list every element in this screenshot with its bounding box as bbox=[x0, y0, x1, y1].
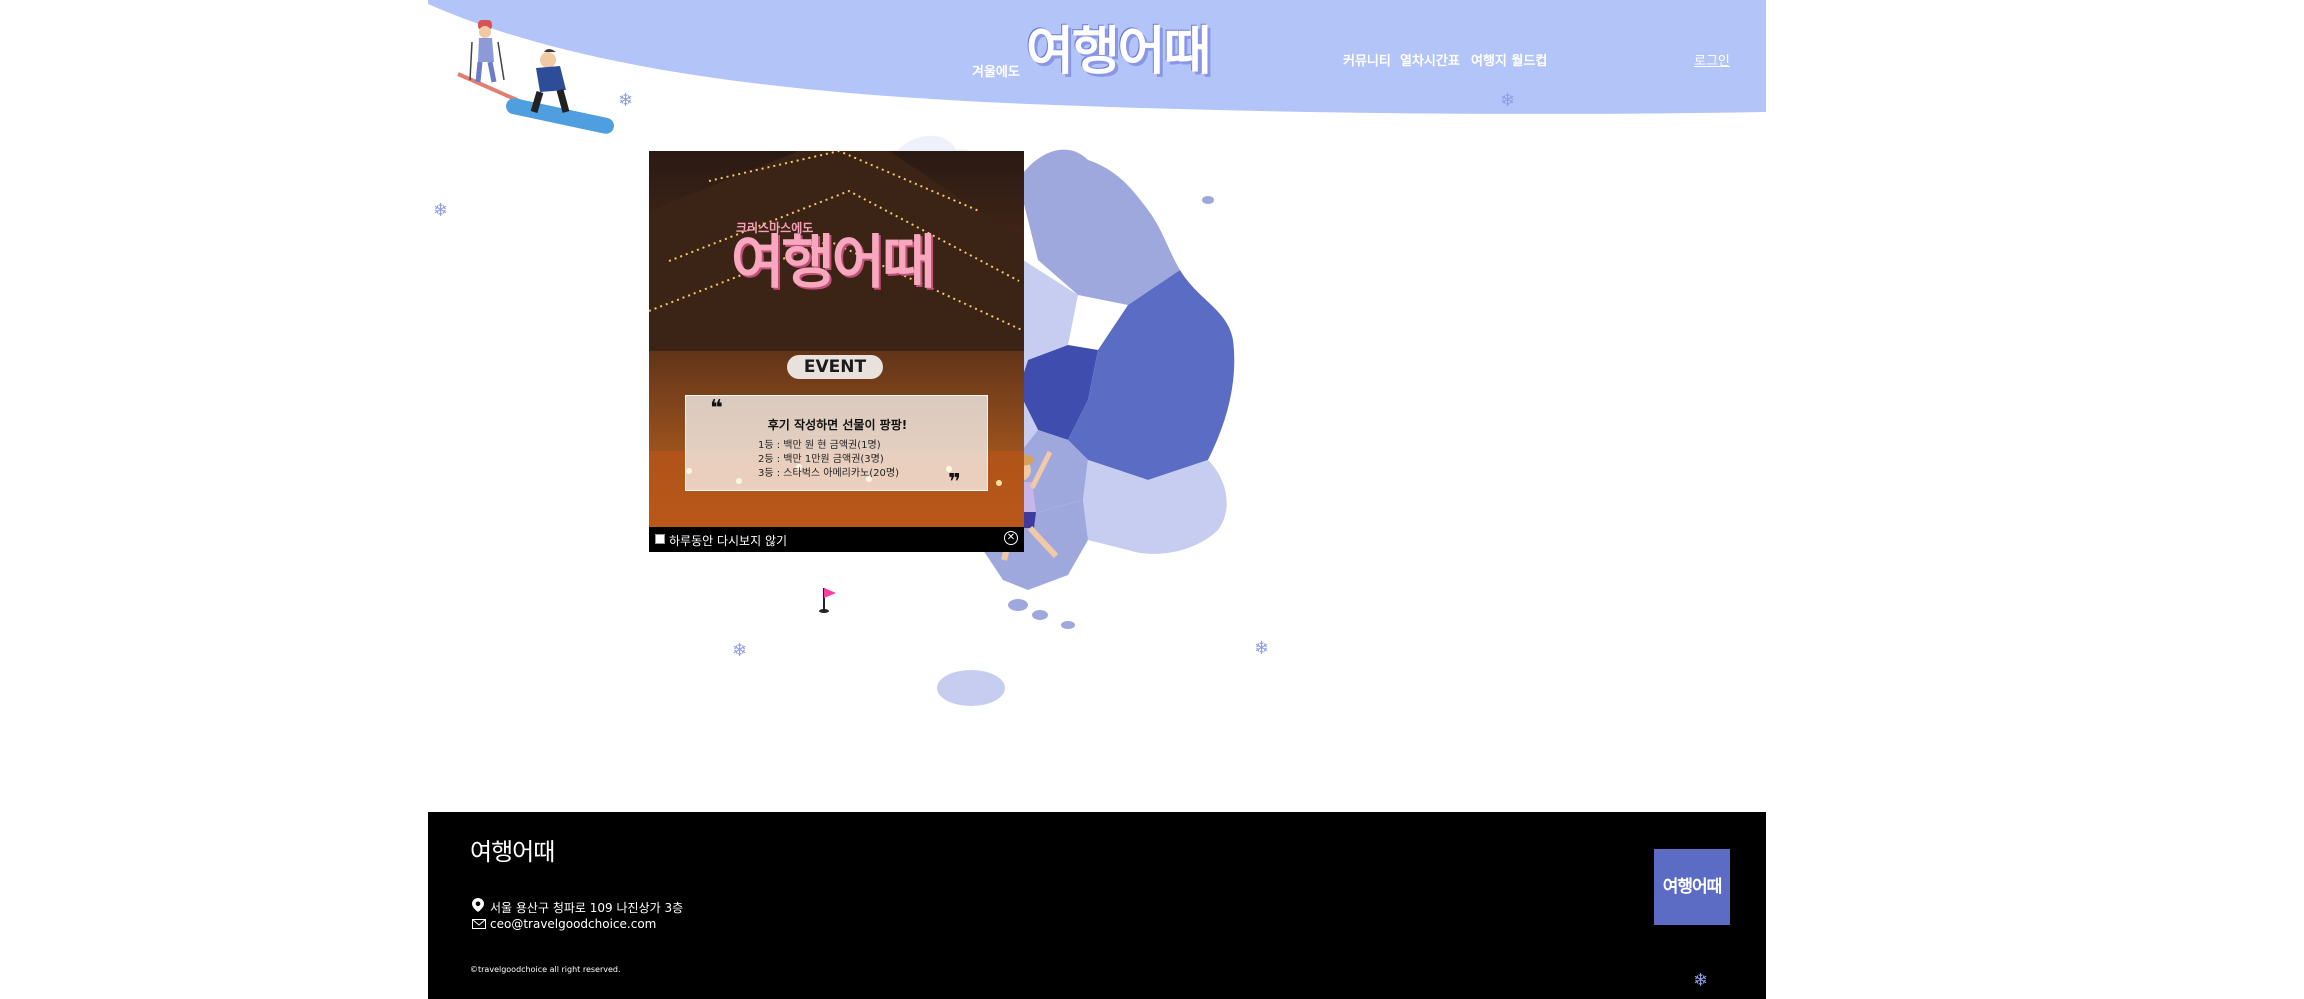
prize-item: 1등 : 백만 원 현 금액권(1명) bbox=[758, 440, 881, 451]
footer: 여행어때 서울 용산구 청파로 109 나진상가 3층 ceo@travelgo… bbox=[428, 812, 1766, 999]
nav-item-destination-worldcup[interactable]: 여행지 월드컵 bbox=[1471, 50, 1547, 69]
quote-close-icon: ❞ bbox=[948, 470, 961, 495]
popup-title: 여행어때 bbox=[731, 228, 935, 296]
prize-item: 3등 : 스타벅스 아메리카노(20명) bbox=[758, 468, 899, 479]
footer-logo: 여행어때 bbox=[470, 838, 555, 866]
close-icon[interactable]: ✕ bbox=[1004, 531, 1018, 545]
dont-show-today-checkbox[interactable] bbox=[655, 534, 665, 544]
location-pin-icon bbox=[472, 898, 484, 912]
snowflake-icon: ❄ bbox=[1693, 970, 1709, 991]
prize-item: 2등 : 백만 1만원 금액권(3명) bbox=[758, 454, 884, 465]
login-link[interactable]: 로그인 bbox=[1694, 50, 1730, 69]
nav-item-community[interactable]: 커뮤니티 bbox=[1343, 50, 1391, 69]
map-region-jeju[interactable] bbox=[937, 670, 1005, 706]
popup-banner[interactable]: 크리스마스에도 여행어때 EVENT ❝ 후기 작성하면 선물이 팡팡! 1등 … bbox=[649, 151, 1024, 527]
korea-map bbox=[819, 135, 1235, 706]
footer-address: 서울 용산구 청파로 109 나진상가 3층 bbox=[490, 901, 684, 915]
brand-logo[interactable]: 여행어때 bbox=[1026, 26, 1211, 78]
mail-icon bbox=[472, 919, 486, 929]
event-badge: EVENT bbox=[787, 355, 883, 379]
page: 겨울에도 여행어때 커뮤니티 열차시간표 여행지 월드컵 로그인 ❄ ❄ ❄ ❄… bbox=[428, 0, 1766, 999]
nav-item-train-timetable[interactable]: 열차시간표 bbox=[1400, 50, 1460, 69]
footer-copyright: ©travelgoodchoice all right reserved. bbox=[470, 965, 621, 974]
footer-badge-logo[interactable]: 여행어때 bbox=[1654, 849, 1730, 925]
footer-email[interactable]: ceo@travelgoodchoice.com bbox=[490, 917, 656, 931]
popup-footer-bar: 하루동안 다시보지 않기 ✕ bbox=[649, 527, 1024, 552]
snowflake-icon: ❄ bbox=[618, 90, 634, 111]
event-details-box: ❝ 후기 작성하면 선물이 팡팡! 1등 : 백만 원 현 금액권(1명) 2등… bbox=[685, 395, 988, 495]
event-popup: 크리스마스에도 여행어때 EVENT ❝ 후기 작성하면 선물이 팡팡! 1등 … bbox=[649, 151, 1024, 552]
snowflake-icon: ❄ bbox=[1500, 90, 1516, 111]
brand-tagline: 겨울에도 bbox=[972, 65, 1020, 80]
event-headline: 후기 작성하면 선물이 팡팡! bbox=[767, 418, 908, 432]
dont-show-today-label[interactable]: 하루동안 다시보지 않기 bbox=[669, 532, 787, 549]
flag-icon[interactable] bbox=[819, 588, 836, 613]
